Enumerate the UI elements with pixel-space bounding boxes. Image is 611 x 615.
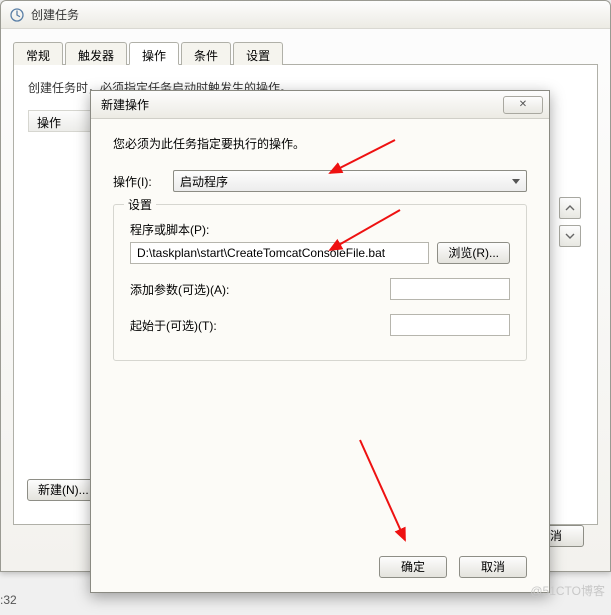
chevron-up-icon [559, 197, 581, 219]
ok-button[interactable]: 确定 [379, 556, 447, 578]
modal-title: 新建操作 [101, 96, 149, 113]
move-up-button[interactable] [559, 197, 581, 225]
args-label: 添加参数(可选)(A): [130, 281, 229, 298]
time-fragment: :32 [0, 593, 17, 607]
modal-footer: 确定 取消 [379, 556, 527, 578]
parent-title: 创建任务 [31, 6, 79, 23]
chevron-down-icon [559, 225, 581, 247]
actions-list-header: 操作 [28, 110, 98, 132]
action-label: 操作(I): [113, 173, 173, 190]
modal-cancel-button[interactable]: 取消 [459, 556, 527, 578]
settings-group: 设置 程序或脚本(P): 浏览(R)... 添加参数(可选)(A): 起始于(可… [113, 204, 527, 361]
tab-general[interactable]: 常规 [13, 42, 63, 65]
action-dropdown[interactable]: 启动程序 [173, 170, 527, 192]
script-path-input[interactable] [130, 242, 429, 264]
startin-input[interactable] [390, 314, 510, 336]
args-input[interactable] [390, 278, 510, 300]
close-button[interactable]: ✕ [503, 96, 543, 114]
browse-button[interactable]: 浏览(R)... [437, 242, 510, 264]
move-down-button[interactable] [559, 225, 581, 253]
tab-strip: 常规 触发器 操作 条件 设置 [13, 41, 598, 65]
tab-settings[interactable]: 设置 [233, 42, 283, 65]
watermark: @51CTO博客 [530, 582, 605, 599]
new-action-dialog: 新建操作 ✕ 您必须为此任务指定要执行的操作。 操作(I): 启动程序 设置 程… [90, 90, 550, 593]
clock-icon [9, 7, 25, 23]
modal-titlebar: 新建操作 ✕ [91, 91, 549, 119]
settings-legend: 设置 [124, 196, 156, 213]
startin-label: 起始于(可选)(T): [130, 317, 217, 334]
script-label: 程序或脚本(P): [130, 221, 510, 238]
modal-body: 您必须为此任务指定要执行的操作。 操作(I): 启动程序 设置 程序或脚本(P)… [91, 119, 549, 592]
tab-conditions[interactable]: 条件 [181, 42, 231, 65]
tab-triggers[interactable]: 触发器 [65, 42, 127, 65]
tab-actions[interactable]: 操作 [129, 42, 179, 65]
parent-titlebar: 创建任务 [1, 1, 610, 29]
new-action-button[interactable]: 新建(N)... [27, 479, 100, 501]
modal-instruction: 您必须为此任务指定要执行的操作。 [113, 135, 527, 152]
action-dropdown-value: 启动程序 [180, 175, 228, 189]
close-icon: ✕ [519, 99, 527, 110]
